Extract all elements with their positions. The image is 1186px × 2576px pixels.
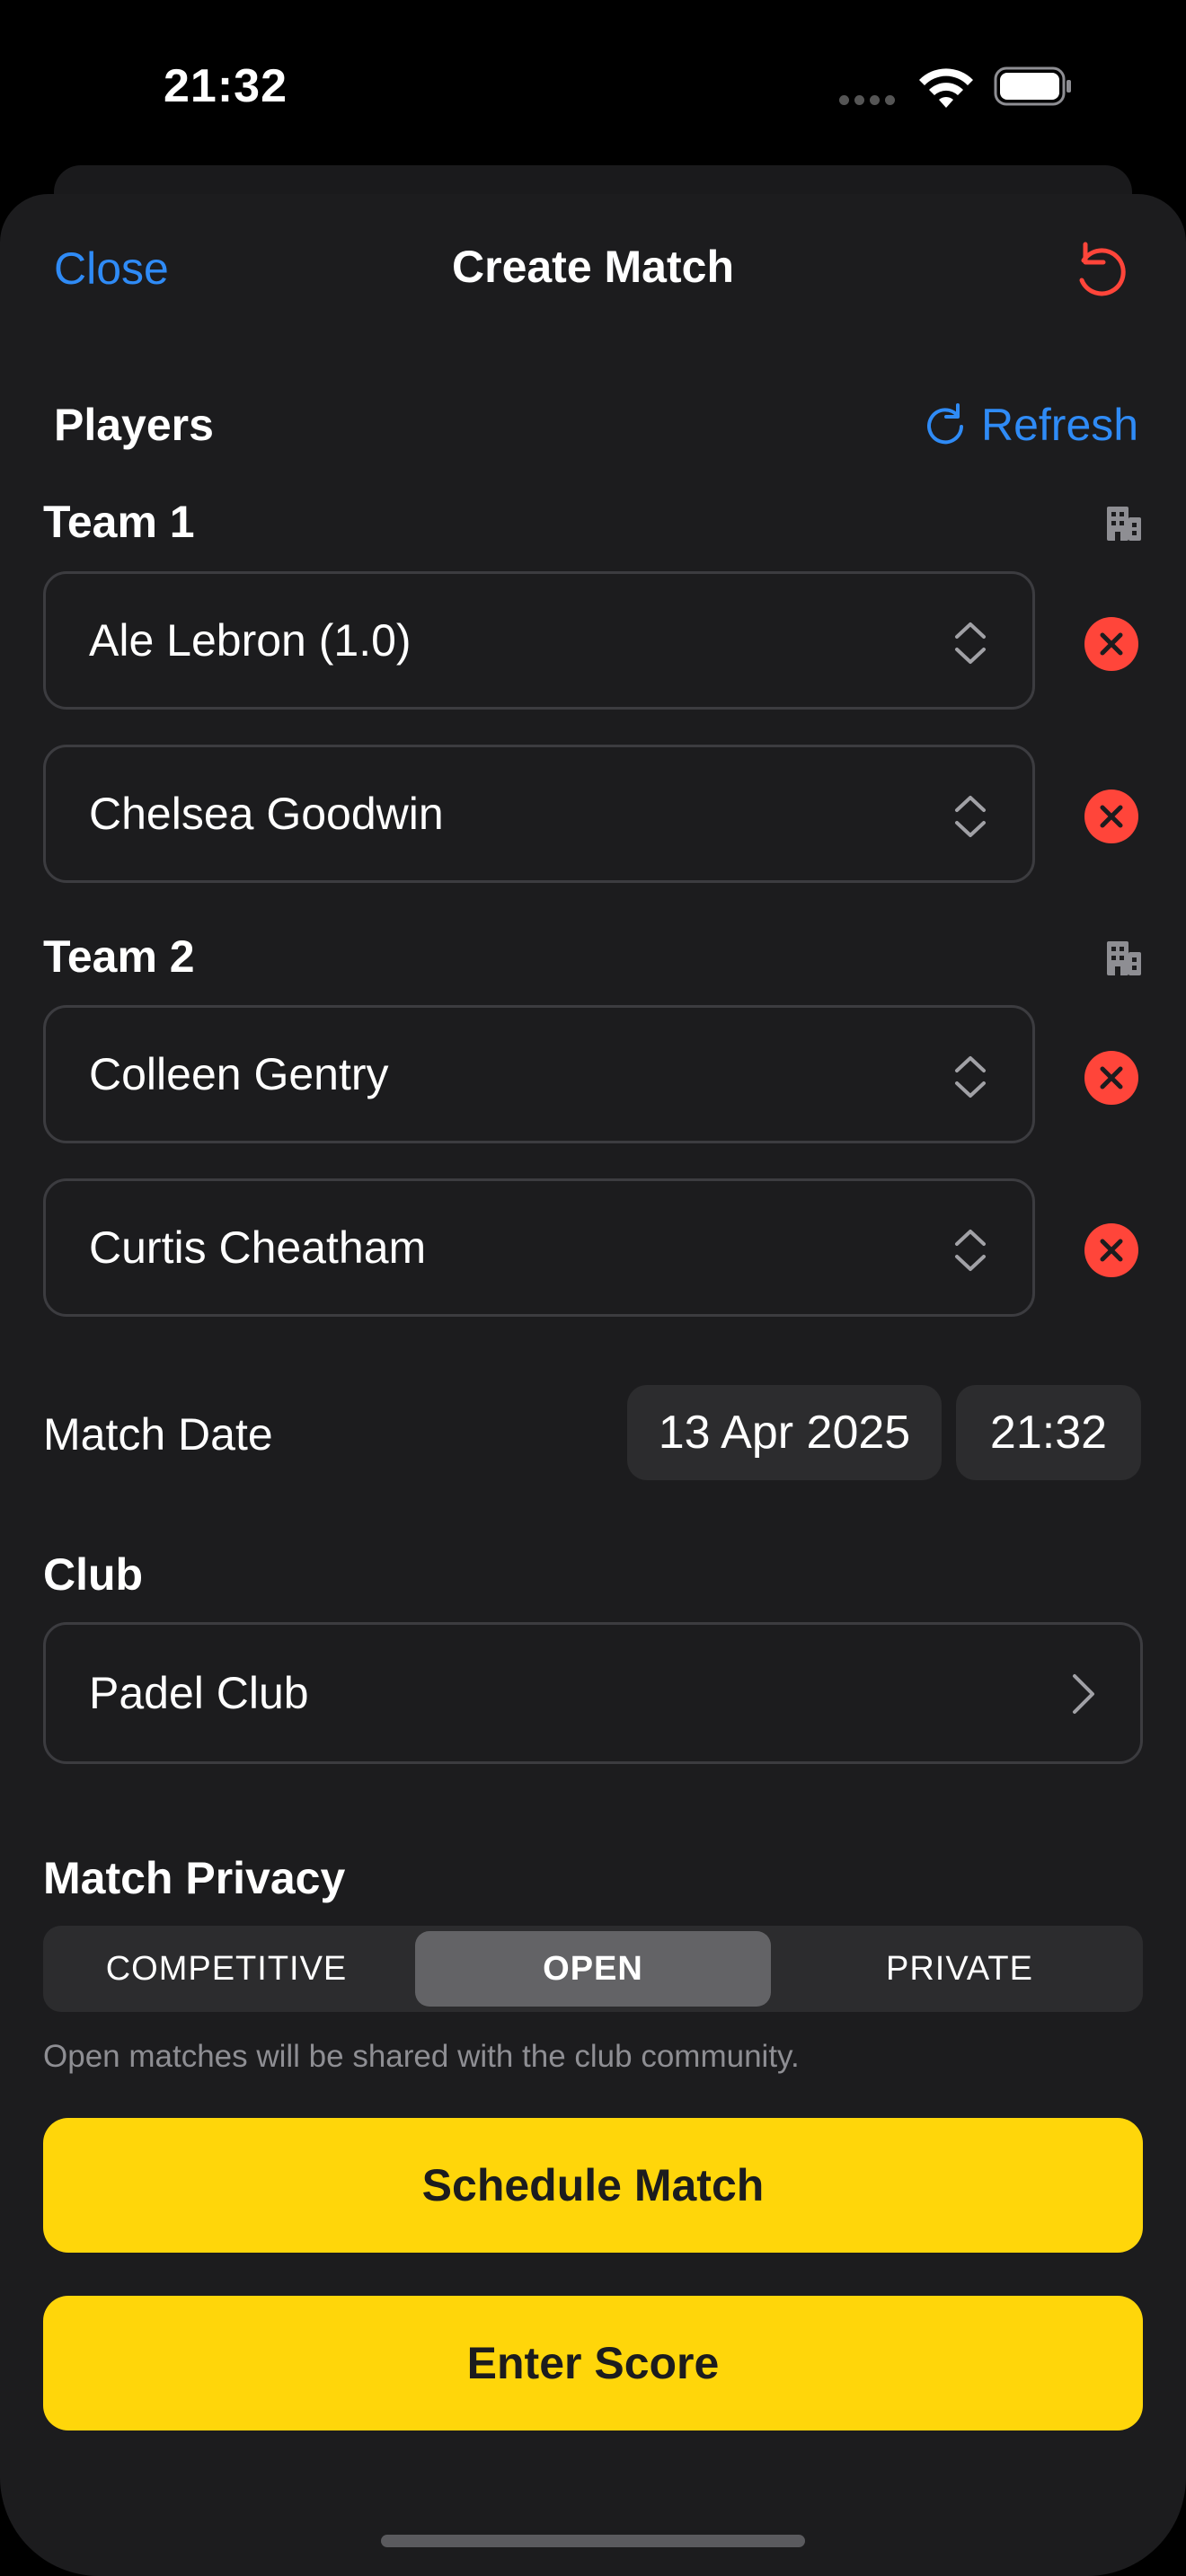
schedule-match-button[interactable]: Schedule Match <box>43 2118 1143 2253</box>
player-picker-team2-2[interactable]: Curtis Cheatham <box>43 1178 1035 1317</box>
team-2-title: Team 2 <box>43 931 195 982</box>
remove-player-button[interactable] <box>1084 616 1139 672</box>
home-indicator <box>381 2535 805 2547</box>
match-date-label: Match Date <box>43 1409 273 1460</box>
cellular-signal-icon <box>839 93 900 110</box>
segment-competitive[interactable]: COMPETITIVE <box>49 1931 404 2007</box>
players-section-title: Players <box>54 400 214 450</box>
player-name: Chelsea Goodwin <box>89 789 444 839</box>
player-picker-team2-1[interactable]: Colleen Gentry <box>43 1005 1035 1143</box>
player-name: Curtis Cheatham <box>89 1222 427 1273</box>
enter-score-button[interactable]: Enter Score <box>43 2296 1143 2430</box>
page-title: Create Match <box>452 242 734 292</box>
chevron-up-down-icon <box>955 796 986 837</box>
player-name: Colleen Gentry <box>89 1049 389 1099</box>
chevron-up-down-icon <box>955 1056 986 1098</box>
team-1-title: Team 1 <box>43 497 195 547</box>
status-bar: 21:32 <box>0 0 1186 171</box>
segment-private[interactable]: PRIVATE <box>782 1931 1137 2007</box>
player-name: Ale Lebron (1.0) <box>89 615 412 666</box>
club-section-title: Club <box>43 1549 144 1600</box>
player-picker-team1-1[interactable]: Ale Lebron (1.0) <box>43 571 1035 710</box>
refresh-icon <box>927 403 963 445</box>
privacy-section-title: Match Privacy <box>43 1853 346 1903</box>
club-name: Padel Club <box>89 1668 309 1718</box>
club-selector[interactable]: Padel Club <box>43 1622 1143 1764</box>
player-picker-team1-2[interactable]: Chelsea Goodwin <box>43 745 1035 883</box>
chevron-right-icon <box>1073 1674 1094 1714</box>
building-icon[interactable] <box>1103 938 1143 977</box>
privacy-segmented-control: COMPETITIVE OPEN PRIVATE <box>43 1926 1143 2012</box>
reset-icon[interactable] <box>1066 234 1136 304</box>
remove-player-button[interactable] <box>1084 1222 1139 1278</box>
wifi-icon <box>919 68 973 108</box>
chevron-up-down-icon <box>955 622 986 664</box>
building-icon[interactable] <box>1103 503 1143 543</box>
refresh-label: Refresh <box>981 400 1139 450</box>
chevron-up-down-icon <box>955 1230 986 1271</box>
status-time: 21:32 <box>164 60 288 112</box>
remove-player-button[interactable] <box>1084 789 1139 844</box>
segment-open[interactable]: OPEN <box>415 1931 771 2007</box>
battery-icon <box>994 66 1071 106</box>
date-picker[interactable]: 13 Apr 2025 <box>627 1385 942 1480</box>
refresh-button[interactable]: Refresh <box>922 399 1138 451</box>
privacy-note: Open matches will be shared with the clu… <box>43 2039 800 2074</box>
remove-player-button[interactable] <box>1084 1050 1139 1106</box>
time-picker[interactable]: 21:32 <box>956 1385 1141 1480</box>
